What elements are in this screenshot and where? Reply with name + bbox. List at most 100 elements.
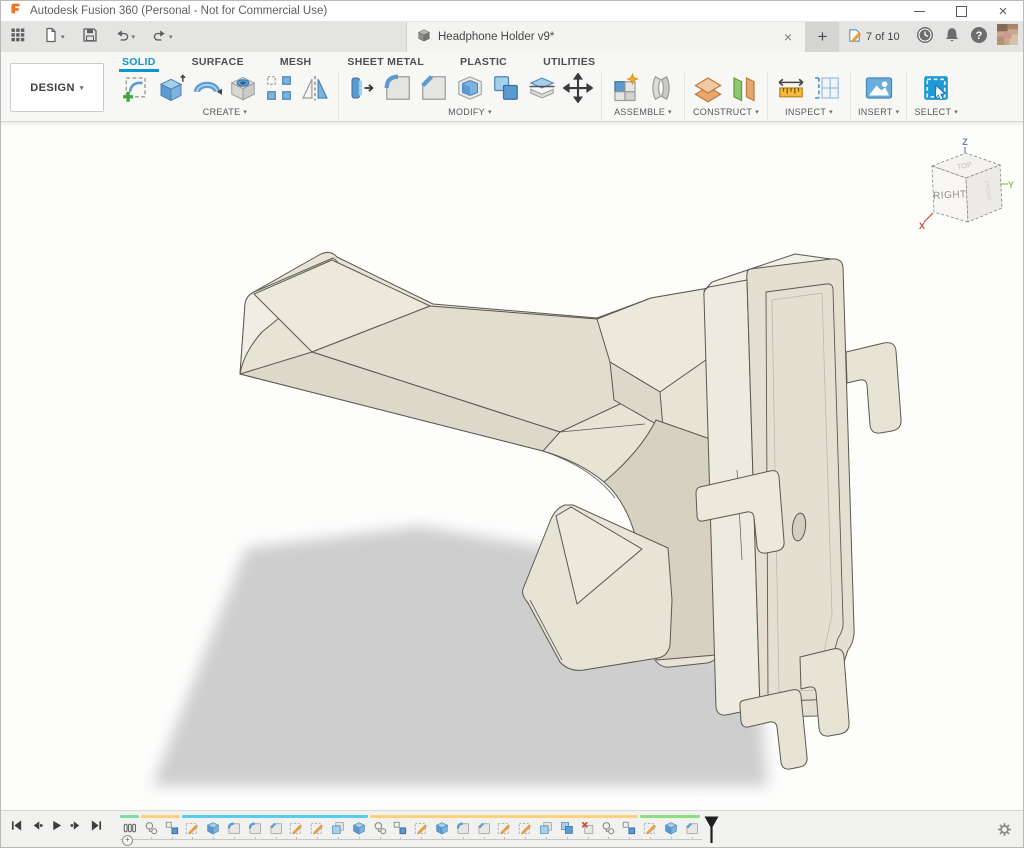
model-canvas[interactable]: TOP RIGHT FRONT Z Y X (0, 122, 1024, 810)
redo-button[interactable]: ▾ (150, 25, 175, 49)
view-cube[interactable]: TOP RIGHT FRONT Z Y X (908, 136, 1014, 232)
timeline-feature-component[interactable] (598, 820, 618, 836)
pattern-button[interactable] (263, 74, 295, 106)
timeline-feature-sketch[interactable] (515, 820, 535, 836)
timeline-feature-strip: + (120, 815, 740, 845)
timeline-feature-copy[interactable] (536, 820, 556, 836)
fillet-button[interactable] (382, 74, 414, 106)
timeline-feature-sketch[interactable] (640, 820, 660, 836)
timeline-group-bar[interactable] (370, 815, 638, 818)
model-headphone-holder[interactable] (0, 122, 1024, 810)
timeline-feature-fillet[interactable] (245, 820, 265, 836)
tab-solid[interactable]: SOLID (119, 52, 159, 72)
move-button[interactable] (562, 74, 594, 106)
tab-sheet-metal[interactable]: SHEET METAL (344, 52, 427, 72)
application-bar: ▾ ▾ ▾ Headphone Holder v9* × + 7 of 10 ? (0, 22, 1024, 52)
timeline-feature-sketch[interactable] (494, 820, 514, 836)
timeline-feature-sketch[interactable] (411, 820, 431, 836)
assemble-menu[interactable]: ASSEMBLE▾ (614, 107, 672, 117)
pattern-icon (264, 73, 294, 108)
new-component-button[interactable] (609, 74, 641, 106)
tab-mesh[interactable]: MESH (277, 52, 315, 72)
editable-documents-counter[interactable]: 7 of 10 (847, 22, 900, 52)
mirror-button[interactable] (299, 74, 331, 106)
timeline-feature-sketch[interactable] (182, 820, 202, 836)
select-menu[interactable]: SELECT▾ (914, 107, 958, 117)
tab-plastic[interactable]: PLASTIC (457, 52, 510, 72)
timeline-feature-extrude[interactable] (432, 820, 452, 836)
skip-start-button[interactable] (8, 819, 25, 837)
press-pull-button[interactable] (346, 74, 378, 106)
offset-plane-button[interactable] (692, 74, 724, 106)
play-button[interactable] (48, 819, 65, 837)
timeline-feature-chamfer[interactable] (474, 820, 494, 836)
split-body-button[interactable] (526, 74, 558, 106)
new-component-icon (610, 73, 640, 108)
app-grid-button[interactable] (8, 25, 28, 49)
insert-menu[interactable]: INSERT▾ (858, 107, 899, 117)
timeline-group-bar[interactable] (141, 815, 181, 818)
construct-menu[interactable]: CONSTRUCT▾ (693, 107, 759, 117)
timeline-feature-extrude[interactable] (203, 820, 223, 836)
new-file-button[interactable]: ▾ (41, 25, 67, 49)
new-document-tab-button[interactable]: + (806, 22, 839, 52)
timeline-feature-rigid-group[interactable] (390, 820, 410, 836)
timeline-group-bar[interactable] (182, 815, 367, 818)
combine-button[interactable] (490, 74, 522, 106)
document-tab[interactable]: Headphone Holder v9* × (406, 22, 806, 52)
select-button[interactable] (920, 74, 952, 106)
timeline-feature-extrude[interactable] (349, 820, 369, 836)
timeline-feature-rigid-group[interactable] (162, 820, 182, 836)
insert-image-button[interactable] (863, 74, 895, 106)
timeline-feature-fillet[interactable] (224, 820, 244, 836)
group-insert: INSERT▾ (851, 73, 907, 121)
tab-surface[interactable]: SURFACE (189, 52, 247, 72)
chamfer-button[interactable] (418, 74, 450, 106)
timeline-group-bar[interactable] (120, 815, 139, 818)
maximize-button[interactable] (940, 0, 982, 22)
minimize-button[interactable] (898, 0, 940, 22)
timeline-feature-component[interactable] (141, 820, 161, 836)
midplane-button[interactable] (728, 74, 760, 106)
timeline-feature-extrude[interactable] (661, 820, 681, 836)
section-analysis-button[interactable] (811, 74, 843, 106)
job-status-button[interactable] (916, 26, 934, 49)
timeline-feature-chamfer[interactable] (682, 820, 702, 836)
timeline-feature-delete[interactable] (578, 820, 598, 836)
save-button[interactable] (80, 25, 100, 49)
skip-end-button[interactable] (88, 819, 105, 837)
timeline-feature-combine[interactable] (557, 820, 577, 836)
timeline-feature-fillet[interactable] (453, 820, 473, 836)
tab-utilities[interactable]: UTILITIES (540, 52, 598, 72)
timeline-settings-button[interactable] (997, 822, 1012, 842)
help-button[interactable]: ? (970, 26, 988, 49)
timeline-feature-group[interactable] (120, 820, 140, 836)
avatar-button[interactable] (997, 24, 1018, 50)
timeline-group-bar[interactable] (640, 815, 700, 818)
workspace-switcher[interactable]: DESIGN ▾ (10, 63, 104, 112)
revolve-button[interactable] (191, 74, 223, 106)
measure-button[interactable] (775, 74, 807, 106)
shell-button[interactable] (454, 74, 486, 106)
timeline-feature-sketch[interactable] (286, 820, 306, 836)
close-button[interactable]: × (982, 0, 1024, 22)
timeline-feature-sketch[interactable] (307, 820, 327, 836)
undo-button[interactable]: ▾ (113, 25, 138, 49)
create-sketch-button[interactable] (119, 74, 151, 106)
timeline-zoom-control[interactable]: + (122, 835, 133, 846)
notifications-button[interactable] (943, 26, 961, 49)
timeline-position-marker[interactable] (704, 816, 719, 849)
timeline-feature-rigid-group[interactable] (619, 820, 639, 836)
document-close-button[interactable]: × (781, 29, 795, 45)
extrude-button[interactable] (155, 74, 187, 106)
hole-button[interactable] (227, 74, 259, 106)
inspect-menu[interactable]: INSPECT▾ (785, 107, 833, 117)
timeline-feature-chamfer[interactable] (266, 820, 286, 836)
timeline-feature-copy[interactable] (328, 820, 348, 836)
step-back-button[interactable] (28, 819, 45, 837)
timeline-feature-component[interactable] (370, 820, 390, 836)
create-menu[interactable]: CREATE▾ (203, 107, 247, 117)
step-forward-button[interactable] (68, 819, 85, 837)
joint-button[interactable] (645, 74, 677, 106)
modify-menu[interactable]: MODIFY▾ (448, 107, 492, 117)
